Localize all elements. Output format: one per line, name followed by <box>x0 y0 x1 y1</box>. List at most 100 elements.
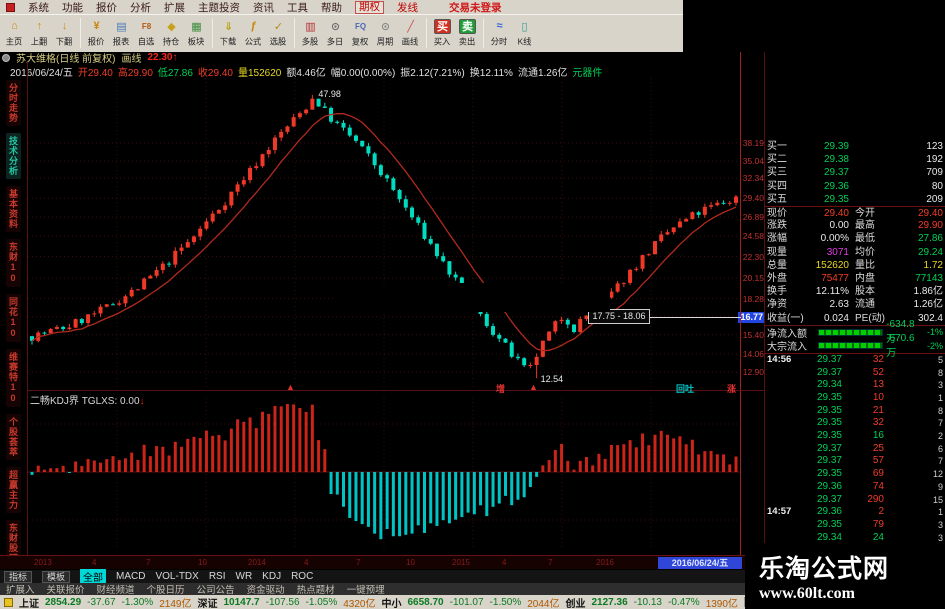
tab-item-RSI[interactable]: RSI <box>209 571 226 582</box>
tab-item-MACD[interactable]: MACD <box>116 571 145 582</box>
tab-item-WR[interactable]: WR <box>236 571 253 582</box>
draw-mode-label[interactable]: 画线 <box>121 50 141 65</box>
index-name-创业[interactable]: 创业 <box>565 595 585 609</box>
menu-item-6[interactable]: 主题投资 <box>198 0 240 15</box>
flow-row-大宗流入[interactable]: 大宗流入 -670.6万 -2% <box>765 333 945 359</box>
toolbar-button-持仓[interactable]: ◆ 持仓 <box>159 16 184 50</box>
tab-button-指标[interactable]: 指标 <box>4 570 33 583</box>
tick-volume: 10 <box>872 392 884 404</box>
quote-row-外盘[interactable]: 外盘 75477 内盘 77143 <box>765 272 945 285</box>
quote-row-买三[interactable]: 买三 29.37 709 <box>765 166 945 179</box>
menu-item-1[interactable]: 系统 <box>28 0 49 15</box>
link-item-关联报价[interactable]: 关联报价 <box>47 582 85 596</box>
toolbar-button-买入[interactable]: 买买入 <box>430 16 455 50</box>
tick-row-12[interactable]: 14:57 29.36 2 1 <box>765 506 945 519</box>
sidebar-item-技术分析[interactable]: 技术分析 <box>6 133 21 179</box>
link-item-热点题材[interactable]: 热点题材 <box>297 582 335 596</box>
tab-item-VOL-TDX[interactable]: VOL-TDX <box>155 571 198 582</box>
index-name-中小[interactable]: 中小 <box>381 595 401 609</box>
toolbar-button-多股[interactable]: ▥ 多股 <box>298 16 323 50</box>
tick-volume: 79 <box>872 518 884 530</box>
tick-row-5[interactable]: 29.35 32 7 <box>765 417 945 430</box>
sidebar-item-超赢主力[interactable]: 超赢主力 <box>6 467 21 513</box>
quote-row-买一[interactable]: 买一 29.39 123 <box>765 140 945 153</box>
candle-body <box>653 241 658 255</box>
tick-price: 29.35 <box>816 518 842 530</box>
quote-row-买五[interactable]: 买五 29.35 209 <box>765 193 945 206</box>
menu-item-2[interactable]: 功能 <box>62 0 83 15</box>
menu-item-7[interactable]: 资讯 <box>253 0 274 15</box>
quote-row-换手[interactable]: 换手 12.11% 股本 1.86亿 <box>765 285 945 298</box>
toolbar-button-周期[interactable]: ⊙ 周期 <box>373 16 398 50</box>
candle-body <box>285 126 290 132</box>
sidebar-item-东财10[interactable]: 东财10 <box>6 239 21 287</box>
tab-item-ROC[interactable]: ROC <box>291 571 313 582</box>
tick-row-13[interactable]: 29.35 79 3 <box>765 519 945 532</box>
toolbar-button-分时[interactable]: ≈ 分时 <box>487 16 512 50</box>
menu-item-9[interactable]: 帮助 <box>321 0 342 15</box>
link-item-资金驱动[interactable]: 资金驱动 <box>247 582 285 596</box>
toolbar-button-主页[interactable]: ⌂ 主页 <box>2 16 27 50</box>
menu-item-3[interactable]: 报价 <box>96 0 117 15</box>
sidebar-item-维赛特10[interactable]: 维赛特10 <box>6 349 21 407</box>
link-item-财经频道[interactable]: 财经频道 <box>97 582 135 596</box>
tick-row-2[interactable]: 29.34 13 3 <box>765 379 945 392</box>
menu-item-8[interactable]: 工具 <box>287 0 308 15</box>
quote-row-现价[interactable]: 现价 29.40 今开 29.40 <box>765 205 945 219</box>
toolbar-button-画线[interactable]: ╱ 画线 <box>398 16 423 50</box>
toolbar-button-下载[interactable]: ⇓ 下载 <box>216 16 241 50</box>
toolbar-button-报价[interactable]: ¥ 报价 <box>84 16 109 50</box>
tick-row-0[interactable]: 14:56 29.37 32 5 <box>765 354 945 367</box>
kdj-histogram-pane[interactable] <box>28 398 740 548</box>
candlestick-chart[interactable] <box>28 78 740 390</box>
toolbar-button-报表[interactable]: ▤ 报表 <box>109 16 134 50</box>
tick-row-8[interactable]: 29.37 57 7 <box>765 455 945 468</box>
toolbar-button-公式[interactable]: ƒ 公式 <box>241 16 266 50</box>
signal-marker-4: 涨 <box>727 384 737 394</box>
quote-row-现量[interactable]: 现量 3071 均价 29.24 <box>765 246 945 259</box>
candle-body <box>279 131 284 138</box>
toolbar-button-自选[interactable]: F8 自选 <box>134 16 159 50</box>
tick-row-9[interactable]: 29.35 69 12 <box>765 468 945 481</box>
sidebar-item-个股荟萃[interactable]: 个股荟萃 <box>6 414 21 460</box>
menu-item-fx[interactable]: 发线 <box>397 0 418 15</box>
tick-row-4[interactable]: 29.35 21 8 <box>765 404 945 417</box>
quote-row-买四[interactable]: 买四 29.36 80 <box>765 180 945 193</box>
toolbar-button-上翻[interactable]: ↑ 上翻 <box>27 16 52 50</box>
toolbar-button-卖出[interactable]: 卖卖出 <box>455 16 480 50</box>
quote-row-买二[interactable]: 买二 29.38 192 <box>765 153 945 166</box>
trade-login-status[interactable]: 交易未登录 <box>449 0 502 15</box>
quote-row-涨跌[interactable]: 涨跌 0.00 最高 29.90 <box>765 219 945 232</box>
candle-body <box>416 217 421 223</box>
tick-list[interactable]: 14:56 29.37 32 5 29.37 52 8 29.34 13 3 29.35 10 1 29.… <box>765 352 945 544</box>
tick-row-1[interactable]: 29.37 52 8 <box>765 366 945 379</box>
quote-row-净资[interactable]: 净资 2.63 流通 1.26亿 <box>765 298 945 311</box>
sidebar-item-同花10[interactable]: 同花10 <box>6 294 21 342</box>
tab-button-模板[interactable]: 模板 <box>42 570 71 583</box>
toolbar-button-板块[interactable]: ▦ 板块 <box>184 16 209 50</box>
toolbar-icon-多股: ▥ <box>305 20 316 33</box>
tick-row-7[interactable]: 29.37 25 6 <box>765 442 945 455</box>
sidebar-item-分时走势[interactable]: 分时走势 <box>6 80 21 126</box>
quote-row-总量[interactable]: 总量 152620 量比 1.72 <box>765 259 945 272</box>
candle-body <box>684 219 689 222</box>
index-name-上证[interactable]: 上证 <box>19 595 39 609</box>
tab-item-KDJ[interactable]: KDJ <box>262 571 281 582</box>
tick-row-11[interactable]: 29.37 290 15 <box>765 493 945 506</box>
menu-item-5[interactable]: 扩展 <box>164 0 185 15</box>
index-name-深证[interactable]: 深证 <box>197 595 217 609</box>
tick-row-6[interactable]: 29.35 16 2 <box>765 430 945 443</box>
tick-row-3[interactable]: 29.35 10 1 <box>765 392 945 405</box>
sidebar-item-基本资料[interactable]: 基本资料 <box>6 186 21 232</box>
toolbar-button-选股[interactable]: ✓ 选股 <box>266 16 291 50</box>
tick-row-10[interactable]: 29.36 74 9 <box>765 481 945 494</box>
toolbar-button-多日[interactable]: ⊙ 多日 <box>323 16 348 50</box>
toolbar-button-K线[interactable]: ▯ K线 <box>512 16 537 50</box>
toolbar-button-下翻[interactable]: ↓ 下翻 <box>52 16 77 50</box>
toolbar-button-复权[interactable]: FQ 复权 <box>348 16 373 50</box>
quote-row-涨幅[interactable]: 涨幅 0.00% 最低 27.86 <box>765 232 945 245</box>
indicator-title[interactable]: 二畅KDJ界 <box>30 396 79 407</box>
status-icon <box>4 597 13 607</box>
menu-item-options[interactable]: 期权 <box>355 0 384 14</box>
menu-item-4[interactable]: 分析 <box>130 0 151 15</box>
